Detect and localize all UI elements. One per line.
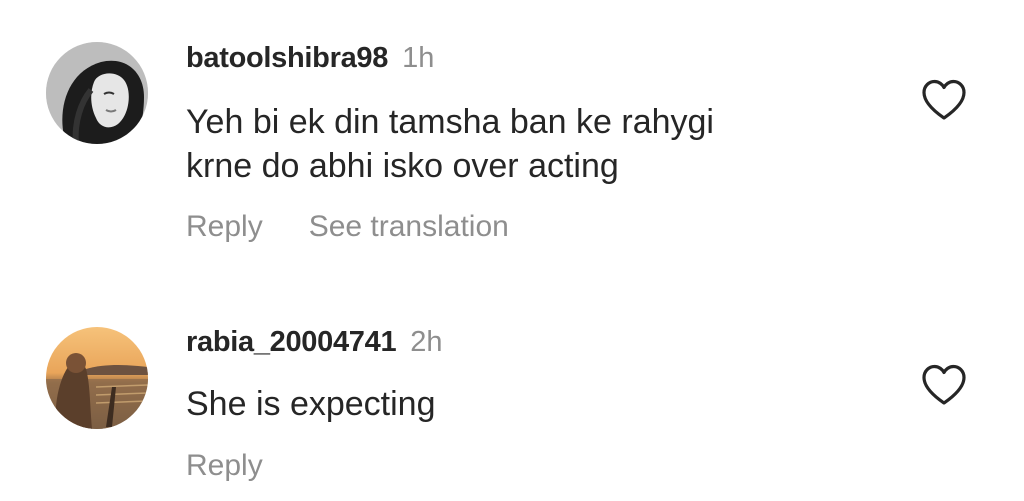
avatar[interactable] (46, 42, 148, 144)
username[interactable]: rabia_20004741 (186, 326, 397, 358)
comment-actions: Reply (186, 448, 263, 484)
comment-text: She is expecting (186, 382, 886, 426)
comment-text-line: Yeh bi ek din tamsha ban ke rahygi (186, 103, 714, 141)
comment-time: 2h (410, 326, 443, 358)
avatar[interactable] (46, 327, 148, 429)
avatar-image (46, 327, 148, 429)
comment-actions: Reply See translation (186, 209, 509, 245)
comment-text-line: She is expecting (186, 385, 436, 423)
heart-outline-icon[interactable] (920, 78, 968, 122)
username[interactable]: batoolshibra98 (186, 42, 388, 74)
heart-outline-icon[interactable] (920, 363, 968, 407)
comment-text-line: krne do abhi isko over acting (186, 147, 619, 185)
reply-button[interactable]: Reply (186, 209, 263, 245)
avatar-image (46, 42, 148, 144)
see-translation-button[interactable]: See translation (309, 209, 509, 245)
reply-button[interactable]: Reply (186, 448, 263, 484)
comment-meta: batoolshibra98 1h (186, 40, 434, 76)
comment-time: 1h (402, 42, 435, 74)
comment-meta: rabia_20004741 2h (186, 324, 443, 360)
comment-text: Yeh bi ek din tamsha ban ke rahygi krne … (186, 100, 886, 188)
